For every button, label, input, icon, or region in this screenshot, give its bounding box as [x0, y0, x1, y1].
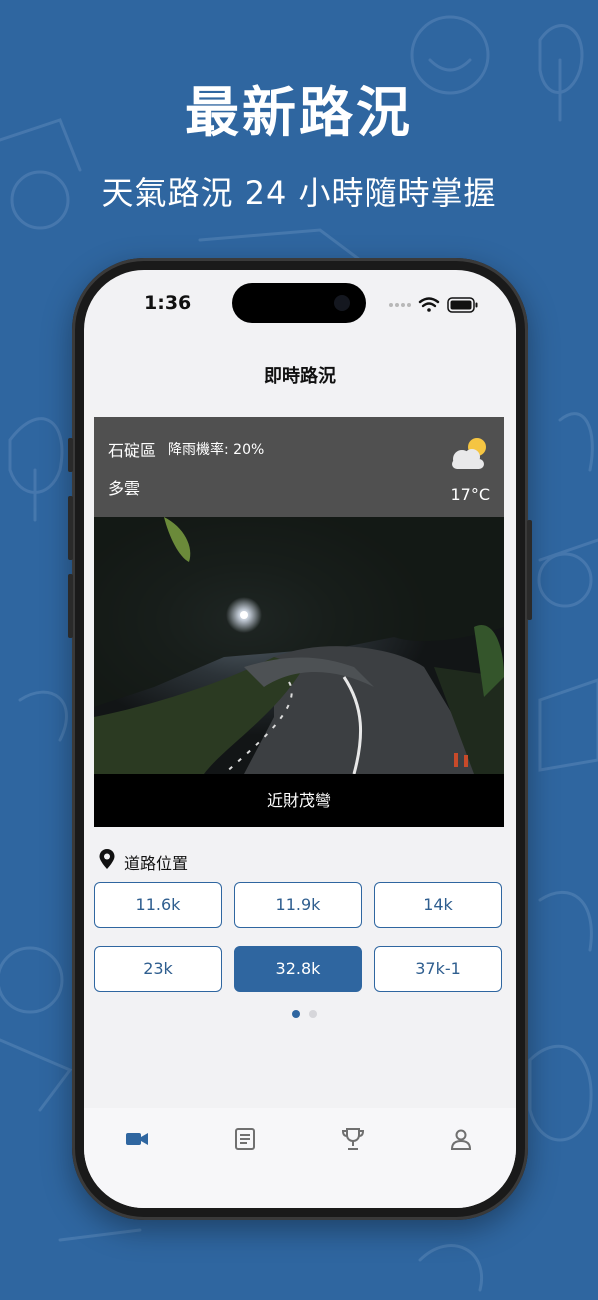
headline-subtitle: 天氣路況 24 小時隨時掌握 — [101, 174, 497, 212]
page-title: 即時路況 — [264, 366, 336, 387]
road-button-11.6k[interactable]: 11.6k — [94, 882, 222, 928]
wifi-icon — [418, 297, 440, 312]
battery-icon — [447, 297, 478, 313]
front-camera-icon — [334, 295, 350, 311]
status-icons — [388, 296, 480, 318]
signal-icon — [389, 303, 411, 307]
district-name: 石碇區 — [108, 441, 157, 460]
dynamic-island — [232, 283, 366, 323]
rain-probability-value: 20% — [233, 442, 265, 458]
temperature: 17°C — [450, 485, 490, 504]
power-button — [527, 520, 532, 620]
road-button-14k[interactable]: 14k — [374, 882, 502, 928]
camera-name: 近財茂彎 — [94, 774, 504, 827]
status-bar: 1:36 — [84, 270, 516, 340]
road-location-header: 道路位置 — [98, 848, 188, 873]
road-button-32.8k[interactable]: 32.8k — [234, 946, 362, 992]
document-icon[interactable] — [232, 1126, 258, 1152]
camera-card[interactable]: 石碇區 降雨機率: 20% 多雲 17°C 近財茂彎 — [94, 417, 504, 827]
video-camera-icon[interactable] — [124, 1126, 150, 1152]
road-button-37k-1[interactable]: 37k-1 — [374, 946, 502, 992]
location-pin-icon — [99, 849, 115, 869]
volume-up-button — [68, 496, 73, 560]
volume-down-button — [68, 574, 73, 638]
weather-bar: 石碇區 降雨機率: 20% 多雲 17°C — [94, 417, 504, 517]
partly-cloudy-icon — [452, 438, 486, 469]
action-button — [68, 438, 73, 472]
rain-probability-label: 降雨機率: — [168, 442, 229, 458]
page-dot-active[interactable] — [292, 1010, 300, 1018]
trophy-icon[interactable] — [340, 1126, 366, 1152]
status-time: 1:36 — [144, 292, 192, 314]
tab-bar — [84, 1108, 516, 1208]
page-dot[interactable] — [309, 1010, 317, 1018]
headline-title: 最新路況 — [185, 81, 413, 144]
road-button-11.9k[interactable]: 11.9k — [234, 882, 362, 928]
camera-feed-image[interactable] — [94, 517, 504, 774]
app-screen: 1:36 即時路況 石碇區 降雨機率: 20% 多雲 17°C 近財茂彎 道路位… — [84, 270, 516, 1208]
road-location-label: 道路位置 — [124, 854, 189, 873]
road-button-23k[interactable]: 23k — [94, 946, 222, 992]
user-icon[interactable] — [448, 1126, 474, 1152]
weather-condition: 多雲 — [108, 479, 141, 498]
rain-probability: 降雨機率: 20% — [168, 439, 264, 459]
phone-frame: 1:36 即時路況 石碇區 降雨機率: 20% 多雲 17°C 近財茂彎 道路位… — [68, 258, 532, 1220]
